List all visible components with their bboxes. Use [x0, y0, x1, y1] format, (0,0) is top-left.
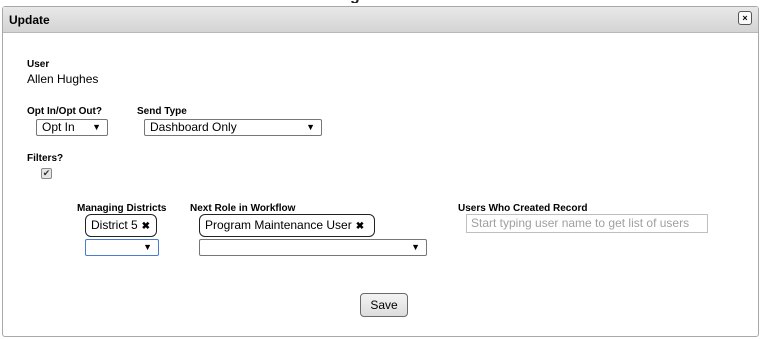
- chip-label: Program Maintenance User: [205, 218, 352, 232]
- remove-chip-icon[interactable]: ✖: [356, 221, 364, 232]
- background-page-heading-fragment: g: [350, 0, 430, 3]
- next-role-label: Next Role in Workflow: [190, 203, 296, 214]
- send-type-label: Send Type: [137, 106, 187, 117]
- send-type-select[interactable]: Dashboard Only ▼: [144, 119, 322, 136]
- remove-chip-icon[interactable]: ✖: [142, 221, 150, 232]
- filters-checkbox[interactable]: ✔: [41, 168, 52, 179]
- save-button[interactable]: Save: [360, 293, 408, 317]
- filters-label: Filters?: [27, 153, 64, 164]
- managing-districts-chip: District 5 ✖: [85, 214, 157, 237]
- opt-select-value: Opt In: [42, 120, 75, 134]
- user-label: User: [27, 59, 50, 70]
- close-button[interactable]: ×: [738, 11, 752, 25]
- dialog-title: Update: [9, 13, 50, 27]
- opt-label: Opt In/Opt Out?: [27, 106, 102, 117]
- users-created-input[interactable]: Start typing user name to get list of us…: [466, 214, 708, 233]
- users-created-label: Users Who Created Record: [458, 203, 588, 214]
- chip-label: District 5: [91, 218, 138, 232]
- managing-districts-select[interactable]: ▼: [85, 239, 159, 256]
- update-dialog: Update × User Allen Hughes Opt In/Opt Ou…: [2, 6, 759, 337]
- opt-select[interactable]: Opt In ▼: [36, 119, 108, 136]
- chevron-down-icon: ▼: [92, 122, 101, 132]
- dialog-titlebar: Update ×: [3, 7, 758, 33]
- checkmark-icon: ✔: [42, 168, 51, 178]
- send-type-select-value: Dashboard Only: [150, 120, 237, 134]
- next-role-select[interactable]: ▼: [199, 239, 427, 256]
- users-created-placeholder: Start typing user name to get list of us…: [471, 216, 690, 230]
- close-icon: ×: [742, 13, 748, 23]
- chevron-down-icon: ▼: [411, 242, 420, 252]
- next-role-chip: Program Maintenance User ✖: [199, 214, 375, 237]
- chevron-down-icon: ▼: [143, 242, 152, 252]
- chevron-down-icon: ▼: [306, 122, 315, 132]
- user-value: Allen Hughes: [27, 72, 99, 86]
- managing-districts-label: Managing Districts: [77, 203, 167, 214]
